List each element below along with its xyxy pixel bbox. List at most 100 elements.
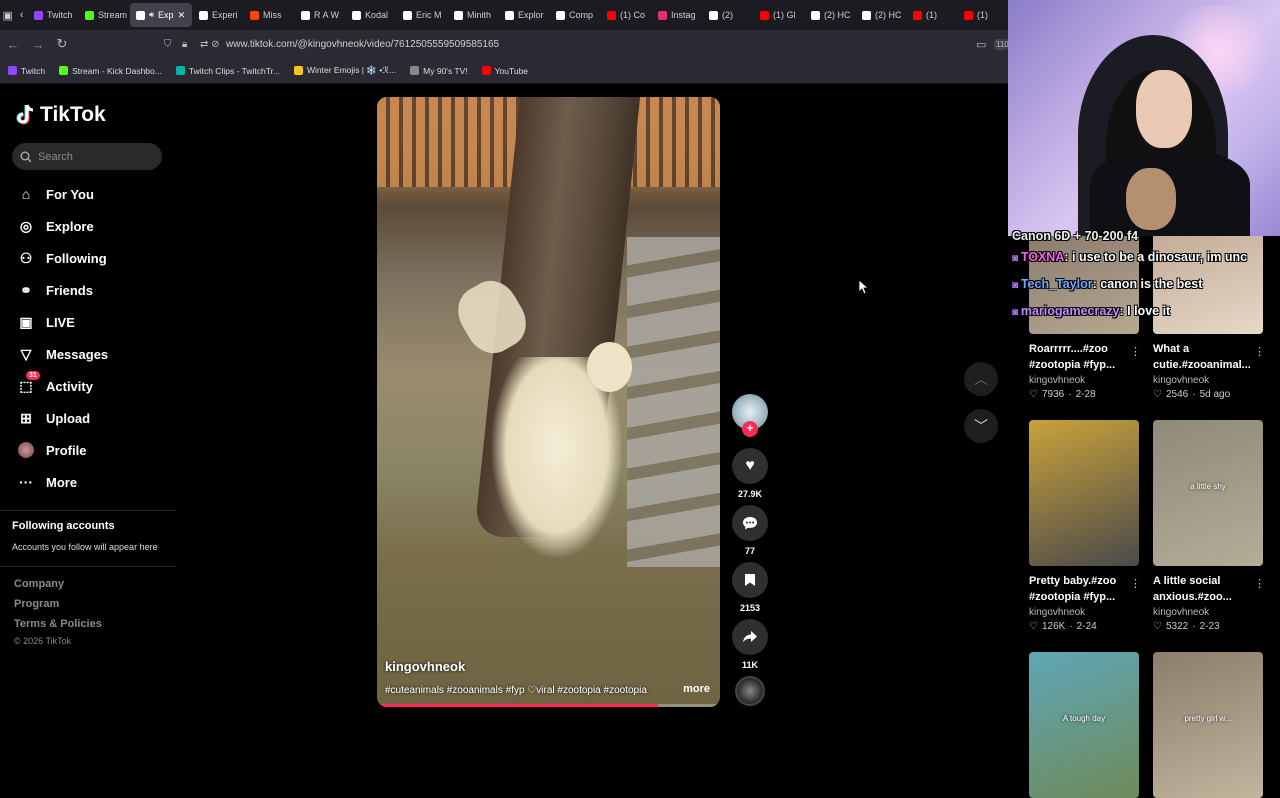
- video-thumbnail[interactable]: A tough day: [1029, 652, 1139, 798]
- related-video-title[interactable]: Roarrrrr....#zoo #zootopia #fyp...: [1029, 341, 1139, 373]
- permissions-icon[interactable]: ⇄ ⊘: [200, 39, 226, 50]
- video-thumbnail[interactable]: a little shy: [1153, 420, 1263, 566]
- related-video-card[interactable]: a little shy A little social anxious.#zoo…: [1153, 420, 1265, 632]
- heart-outline-icon: ♡: [1153, 621, 1162, 632]
- related-video-card[interactable]: A tough day: [1029, 652, 1139, 798]
- bookmark-item[interactable]: Twitch Clips - TwitchTr...: [175, 66, 280, 76]
- tab-label: Experi: [212, 10, 238, 20]
- browser-tab[interactable]: Miss: [244, 3, 294, 27]
- tab-list-icon[interactable]: ▣: [0, 9, 15, 22]
- video-progress-bar[interactable]: [377, 704, 720, 707]
- reload-icon[interactable]: ↻: [50, 36, 74, 52]
- browser-tab[interactable]: Twitch: [28, 3, 78, 27]
- video-caption[interactable]: #cuteanimals #zooanimals #fyp ♡viral #zo…: [385, 685, 647, 696]
- browser-tab[interactable]: (1) Co: [601, 3, 651, 27]
- related-video-likes: 5322: [1165, 621, 1189, 632]
- browser-tab[interactable]: Minith: [448, 3, 498, 27]
- browser-tab[interactable]: R A W: [295, 3, 345, 27]
- browser-tab[interactable]: 🔊︎ Exp ✕: [130, 3, 192, 27]
- next-video-button[interactable]: ﹀: [964, 409, 998, 443]
- video-paving: [627, 237, 720, 567]
- bookmark-item[interactable]: Winter Emojis | ❄️ •ℛ...: [294, 65, 396, 76]
- sidebar-item-live[interactable]: ▣ LIVE: [18, 314, 75, 330]
- sidebar-item-friends[interactable]: ⚭ Friends: [18, 282, 93, 298]
- like-button[interactable]: ♥ 27.9K: [732, 448, 768, 499]
- address-bar[interactable]: www.tiktok.com/@kingovhneok/video/761250…: [226, 39, 976, 50]
- bookmark-item[interactable]: Stream - Kick Dashbo...: [59, 66, 162, 76]
- bookmark-item[interactable]: My 90's TV!: [410, 66, 468, 76]
- back-icon[interactable]: ←: [0, 37, 26, 52]
- browser-tab[interactable]: (1): [907, 3, 957, 27]
- related-video-card[interactable]: pretty girl w...: [1153, 652, 1263, 798]
- streamer-webcam: [1008, 0, 1280, 236]
- browser-tab[interactable]: Eric M: [397, 3, 447, 27]
- follow-plus-icon[interactable]: +: [742, 421, 758, 437]
- tab-favicon-icon: [403, 10, 412, 20]
- sidebar-item-explore[interactable]: ◎ Explore: [18, 218, 94, 234]
- video-player[interactable]: kingovhneok #cuteanimals #zooanimals #fy…: [377, 97, 720, 707]
- related-video-meta: ♡ 7936 · 2-28: [1029, 389, 1139, 400]
- browser-tab[interactable]: Explor: [499, 3, 549, 27]
- video-username[interactable]: kingovhneok: [385, 659, 465, 674]
- browser-tab[interactable]: Instag: [652, 3, 702, 27]
- tiktok-logo[interactable]: TikTok: [16, 103, 106, 127]
- thumbnail-text: A tough day: [1062, 714, 1106, 723]
- sidebar-item-following[interactable]: ⚇ Following: [18, 250, 107, 266]
- forward-icon[interactable]: →: [26, 37, 50, 52]
- lock-icon: 🔒︎: [182, 38, 188, 50]
- comment-button[interactable]: 77: [732, 505, 768, 556]
- bookmark-button[interactable]: 2153: [732, 562, 768, 613]
- bookmark-item[interactable]: Twitch: [8, 66, 45, 76]
- speaker-icon[interactable]: 🔊︎: [149, 10, 154, 20]
- tab-label: (2) HC: [824, 10, 851, 20]
- browser-tab[interactable]: Kodal: [346, 3, 396, 27]
- tabs-back-icon[interactable]: ‹: [15, 9, 28, 21]
- zoom-level[interactable]: 110: [994, 38, 1009, 50]
- footer-link[interactable]: Terms & Policies: [14, 618, 102, 630]
- close-tab-icon[interactable]: ✕: [178, 10, 186, 21]
- browser-tab[interactable]: (2): [703, 3, 753, 27]
- browser-tab[interactable]: (2) HC: [805, 3, 855, 27]
- shield-icon[interactable]: ⛉: [164, 39, 182, 50]
- mouse-cursor-icon: [859, 280, 869, 295]
- sidebar-item-messages[interactable]: ▽ Messages: [18, 346, 109, 362]
- related-video-title[interactable]: A little social anxious.#zoo...: [1153, 573, 1263, 605]
- related-video-card[interactable]: Pretty baby.#zoo #zootopia #fyp... ⋮ kingo…: [1029, 420, 1141, 632]
- related-video-author[interactable]: kingovhneok: [1153, 607, 1263, 618]
- browser-tab[interactable]: Experi: [193, 3, 243, 27]
- caption-more-button[interactable]: more: [683, 683, 710, 695]
- browser-tab[interactable]: Stream: [79, 3, 129, 27]
- video-thumbnail[interactable]: [1029, 420, 1139, 566]
- bookmark-item[interactable]: YouTube: [481, 66, 528, 76]
- related-video-title[interactable]: Pretty baby.#zoo #zootopia #fyp...: [1029, 573, 1139, 605]
- previous-video-button[interactable]: ︿: [964, 362, 998, 396]
- browser-tab[interactable]: (1): [958, 3, 1008, 27]
- more-options-icon[interactable]: ⋮: [1254, 577, 1265, 590]
- related-video-author[interactable]: kingovhneok: [1029, 607, 1139, 618]
- music-disc[interactable]: [735, 676, 765, 706]
- more-options-icon[interactable]: ⋮: [1130, 345, 1141, 358]
- sidebar-item-activity[interactable]: ⬚ 31 Activity: [18, 371, 93, 394]
- tab-favicon-icon: [862, 10, 871, 20]
- related-video-date: 2-28: [1075, 389, 1096, 400]
- browser-tab[interactable]: (1) Gl: [754, 3, 804, 27]
- share-button[interactable]: 11K: [732, 619, 768, 670]
- search-input[interactable]: Search: [12, 143, 162, 170]
- related-video-title[interactable]: What a cutie.#zooanimal...: [1153, 341, 1263, 373]
- related-video-author[interactable]: kingovhneok: [1153, 375, 1263, 386]
- sidebar-item-upload[interactable]: ⊞ Upload: [18, 410, 90, 426]
- sidebar-item-for-you[interactable]: ⌂ For You: [18, 186, 94, 202]
- tab-label: Instag: [671, 10, 696, 20]
- sidebar-item-profile[interactable]: Profile: [18, 442, 86, 458]
- browser-tab[interactable]: (2) HC: [856, 3, 906, 27]
- video-thumbnail[interactable]: pretty girl w...: [1153, 652, 1263, 798]
- related-video-author[interactable]: kingovhneok: [1029, 375, 1139, 386]
- browser-tab[interactable]: Comp: [550, 3, 600, 27]
- reader-mode-icon[interactable]: ▭: [976, 38, 994, 51]
- sidebar-item-more[interactable]: ··· More: [18, 474, 77, 490]
- footer-link[interactable]: Program: [14, 598, 59, 610]
- more-options-icon[interactable]: ⋮: [1254, 345, 1265, 358]
- sidebar-item-label: LIVE: [46, 314, 75, 330]
- footer-link[interactable]: Company: [14, 578, 64, 590]
- more-options-icon[interactable]: ⋮: [1130, 577, 1141, 590]
